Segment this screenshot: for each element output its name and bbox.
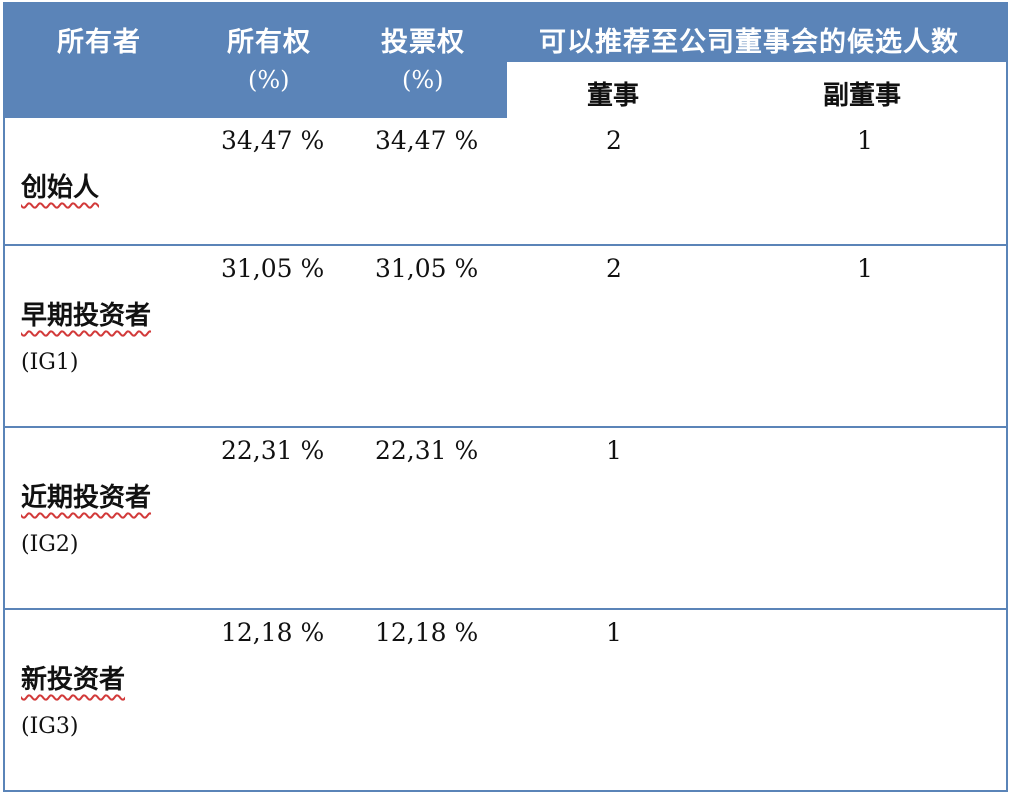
voting-value: 34,47 % (375, 126, 479, 155)
director-count: 2 (606, 126, 622, 155)
owner-name: 早期投资者 (21, 301, 152, 331)
director-count: 1 (606, 436, 622, 465)
row-divider (5, 426, 1006, 428)
owner-name: 近期投资者 (21, 483, 152, 513)
header-ownership: 所有权 (227, 27, 311, 58)
ownership-value: 22,31 % (221, 436, 325, 465)
investor-group-code: (IG1) (21, 350, 79, 375)
voting-value: 22,31 % (375, 436, 479, 465)
director-count: 1 (606, 618, 622, 647)
row-divider (5, 244, 1006, 246)
header-ownership-unit: (%) (248, 66, 290, 94)
owner-name: 创始人 (21, 173, 100, 203)
header-nominees: 可以推荐至公司董事会的候选人数 (539, 27, 959, 58)
investor-group-code: (IG2) (21, 532, 79, 557)
header-owner: 所有者 (57, 27, 141, 58)
voting-value: 31,05 % (375, 254, 479, 283)
ownership-table: 所有者 所有权 (%) 投票权 (%) 可以推荐至公司董事会的候选人数 董事 副… (3, 2, 1008, 792)
subheader-divider (507, 60, 1006, 62)
header-director: 董事 (587, 81, 640, 111)
vice-director-count: 1 (857, 126, 873, 155)
ownership-value: 12,18 % (221, 618, 325, 647)
ownership-value: 31,05 % (221, 254, 325, 283)
subheader-row (507, 62, 1006, 118)
owner-name: 新投资者 (21, 665, 126, 695)
header-voting-unit: (%) (402, 66, 444, 94)
header-voting: 投票权 (381, 27, 465, 58)
vice-director-count: 1 (857, 254, 873, 283)
investor-group-code: (IG3) (21, 714, 79, 739)
header-vice-director: 副董事 (823, 81, 902, 111)
row-divider (5, 608, 1006, 610)
voting-value: 12,18 % (375, 618, 479, 647)
ownership-value: 34,47 % (221, 126, 325, 155)
director-count: 2 (606, 254, 622, 283)
